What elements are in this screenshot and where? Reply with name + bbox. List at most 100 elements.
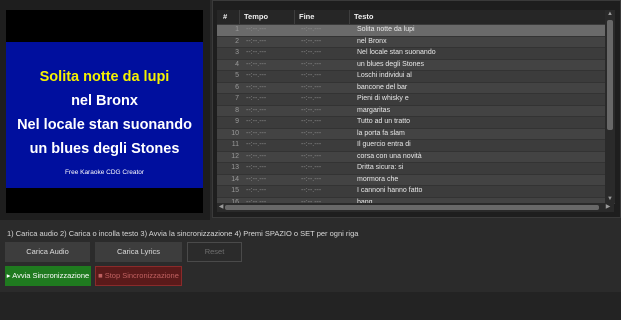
chevron-right-icon[interactable]: ▶ [604,203,612,212]
load-lyrics-button[interactable]: Carica Lyrics [95,242,182,262]
row-lyric-text: la porta fa slam [357,129,405,137]
table-row[interactable]: 14 --:--.--- --:--.--- mormora che [217,174,607,186]
status-bar [0,292,621,320]
row-number: 12 [231,152,239,160]
row-number: 3 [235,49,239,56]
row-start-time: --:--.--- [246,37,267,45]
row-start-time: --:--.--- [246,60,267,68]
reset-button[interactable]: Reset [187,242,242,262]
preview-credit: Free Karaoke CDG Creator [64,169,145,176]
row-lyric-text: Nel locale stan suonando [357,49,436,56]
column-header-number[interactable]: # [223,12,227,21]
row-end-time: --:--.--- [301,141,322,148]
column-header-text[interactable]: Testo [354,12,373,21]
row-lyric-text: bancone del bar [357,83,408,91]
row-lyric-text: I cannoni hanno fatto [357,187,423,194]
row-end-time: --:--.--- [301,72,322,79]
row-lyric-text: mormora che [357,175,399,183]
row-number: 13 [231,164,239,171]
chevron-left-icon[interactable]: ◀ [217,203,225,212]
chevron-down-icon[interactable]: ▼ [605,195,615,203]
table-row[interactable]: 12 --:--.--- --:--.--- corsa con una novità [217,151,607,163]
row-lyric-text: corsa con una novità [357,152,422,160]
column-header-start[interactable]: Tempo [244,12,268,21]
lyrics-table[interactable]: # Tempo Fine Testo 1 --:--.--- --:--.--- So… [217,10,615,204]
row-end-time: --:--.--- [301,152,322,160]
preview-line: Nel locale stan suonando [17,117,192,133]
row-number: 9 [235,118,239,125]
row-number: 14 [231,175,239,183]
table-row[interactable]: 15 --:--.--- --:--.--- I cannoni hanno fatt… [217,186,607,198]
row-end-time: --:--.--- [301,118,322,125]
row-lyric-text: Pieni di whisky e [357,95,409,102]
row-number: 2 [235,37,239,45]
row-lyric-text: Tutto ad un tratto [357,118,411,125]
row-number: 6 [235,83,239,91]
table-row[interactable]: 2 --:--.--- --:--.--- nel Bronx [217,36,607,48]
table-row[interactable]: 1 --:--.--- --:--.--- Solita notte da lupi [217,25,607,37]
row-start-time: --:--.--- [246,187,267,194]
row-start-time: --:--.--- [246,118,267,125]
row-start-time: --:--.--- [246,106,267,114]
row-end-time: --:--.--- [301,37,322,45]
cdg-preview-canvas: Solita notte da lupi nel Bronx Nel local… [6,10,203,213]
column-divider [294,10,295,24]
preview-panel: Solita notte da lupi nel Bronx Nel local… [0,0,210,220]
row-number: 7 [235,95,239,102]
vertical-scrollbar[interactable]: ▲ ▼ [605,10,615,203]
row-start-time: --:--.--- [246,49,267,56]
preview-line-current: Solita notte da lupi [39,69,170,85]
row-number: 8 [235,106,239,114]
table-row[interactable]: 4 --:--.--- --:--.--- un blues degli Stones [217,59,607,71]
table-row[interactable]: 6 --:--.--- --:--.--- bancone del bar [217,82,607,94]
row-start-time: --:--.--- [246,129,267,137]
table-row[interactable]: 9 --:--.--- --:--.--- Tutto ad un tratto [217,117,607,129]
horizontal-scrollbar[interactable]: ◀ ▶ [217,203,614,212]
row-start-time: --:--.--- [246,175,267,183]
table-row[interactable]: 7 --:--.--- --:--.--- Pieni di whisky e [217,94,607,106]
table-row[interactable]: 11 --:--.--- --:--.--- Il guercio entra di [217,140,607,152]
row-start-time: --:--.--- [246,26,267,33]
table-row[interactable]: 3 --:--.--- --:--.--- Nel locale stan suona… [217,48,607,60]
row-start-time: --:--.--- [246,152,267,160]
row-lyric-text: Loschi individui al [357,72,412,79]
row-end-time: --:--.--- [301,83,322,91]
column-divider [239,10,240,24]
row-start-time: --:--.--- [246,83,267,91]
column-header-end[interactable]: Fine [299,12,314,21]
row-start-time: --:--.--- [246,141,267,148]
row-number: 11 [231,141,239,148]
row-end-time: --:--.--- [301,49,322,56]
row-end-time: --:--.--- [301,26,322,33]
row-start-time: --:--.--- [246,164,267,171]
row-start-time: --:--.--- [246,95,267,102]
table-row[interactable]: 10 --:--.--- --:--.--- la porta fa slam [217,128,607,140]
row-end-time: --:--.--- [301,60,322,68]
table-row[interactable]: 13 --:--.--- --:--.--- Dritta sicura: si [217,163,607,175]
row-end-time: --:--.--- [301,187,322,194]
start-sync-button[interactable]: ▸ Avvia Sincronizzazione [5,266,91,286]
table-row[interactable]: 8 --:--.--- --:--.--- margaritas [217,105,607,117]
load-audio-button[interactable]: Carica Audio [5,242,90,262]
row-lyric-text: nel Bronx [357,37,387,45]
row-end-time: --:--.--- [301,106,322,114]
row-lyric-text: Dritta sicura: si [357,164,404,171]
row-lyric-text: un blues degli Stones [357,60,424,68]
row-number: 5 [235,72,239,79]
column-divider [349,10,350,24]
preview-line: un blues degli Stones [29,141,180,157]
preview-line: nel Bronx [71,93,138,109]
stop-sync-button[interactable]: ■ Stop Sincronizzazione [95,266,182,286]
chevron-up-icon[interactable]: ▲ [605,10,615,18]
row-number: 15 [231,187,239,194]
table-row[interactable]: 5 --:--.--- --:--.--- Loschi individui al [217,71,607,83]
row-number: 10 [231,129,239,137]
horizontal-scroll-thumb[interactable] [225,205,599,210]
row-number: 1 [235,26,239,33]
row-start-time: --:--.--- [246,72,267,79]
row-number: 4 [235,60,239,68]
vertical-scroll-thumb[interactable] [607,20,613,130]
row-end-time: --:--.--- [301,129,322,137]
cdg-screen: Solita notte da lupi nel Bronx Nel local… [6,42,203,188]
table-header: # Tempo Fine Testo [217,10,615,24]
